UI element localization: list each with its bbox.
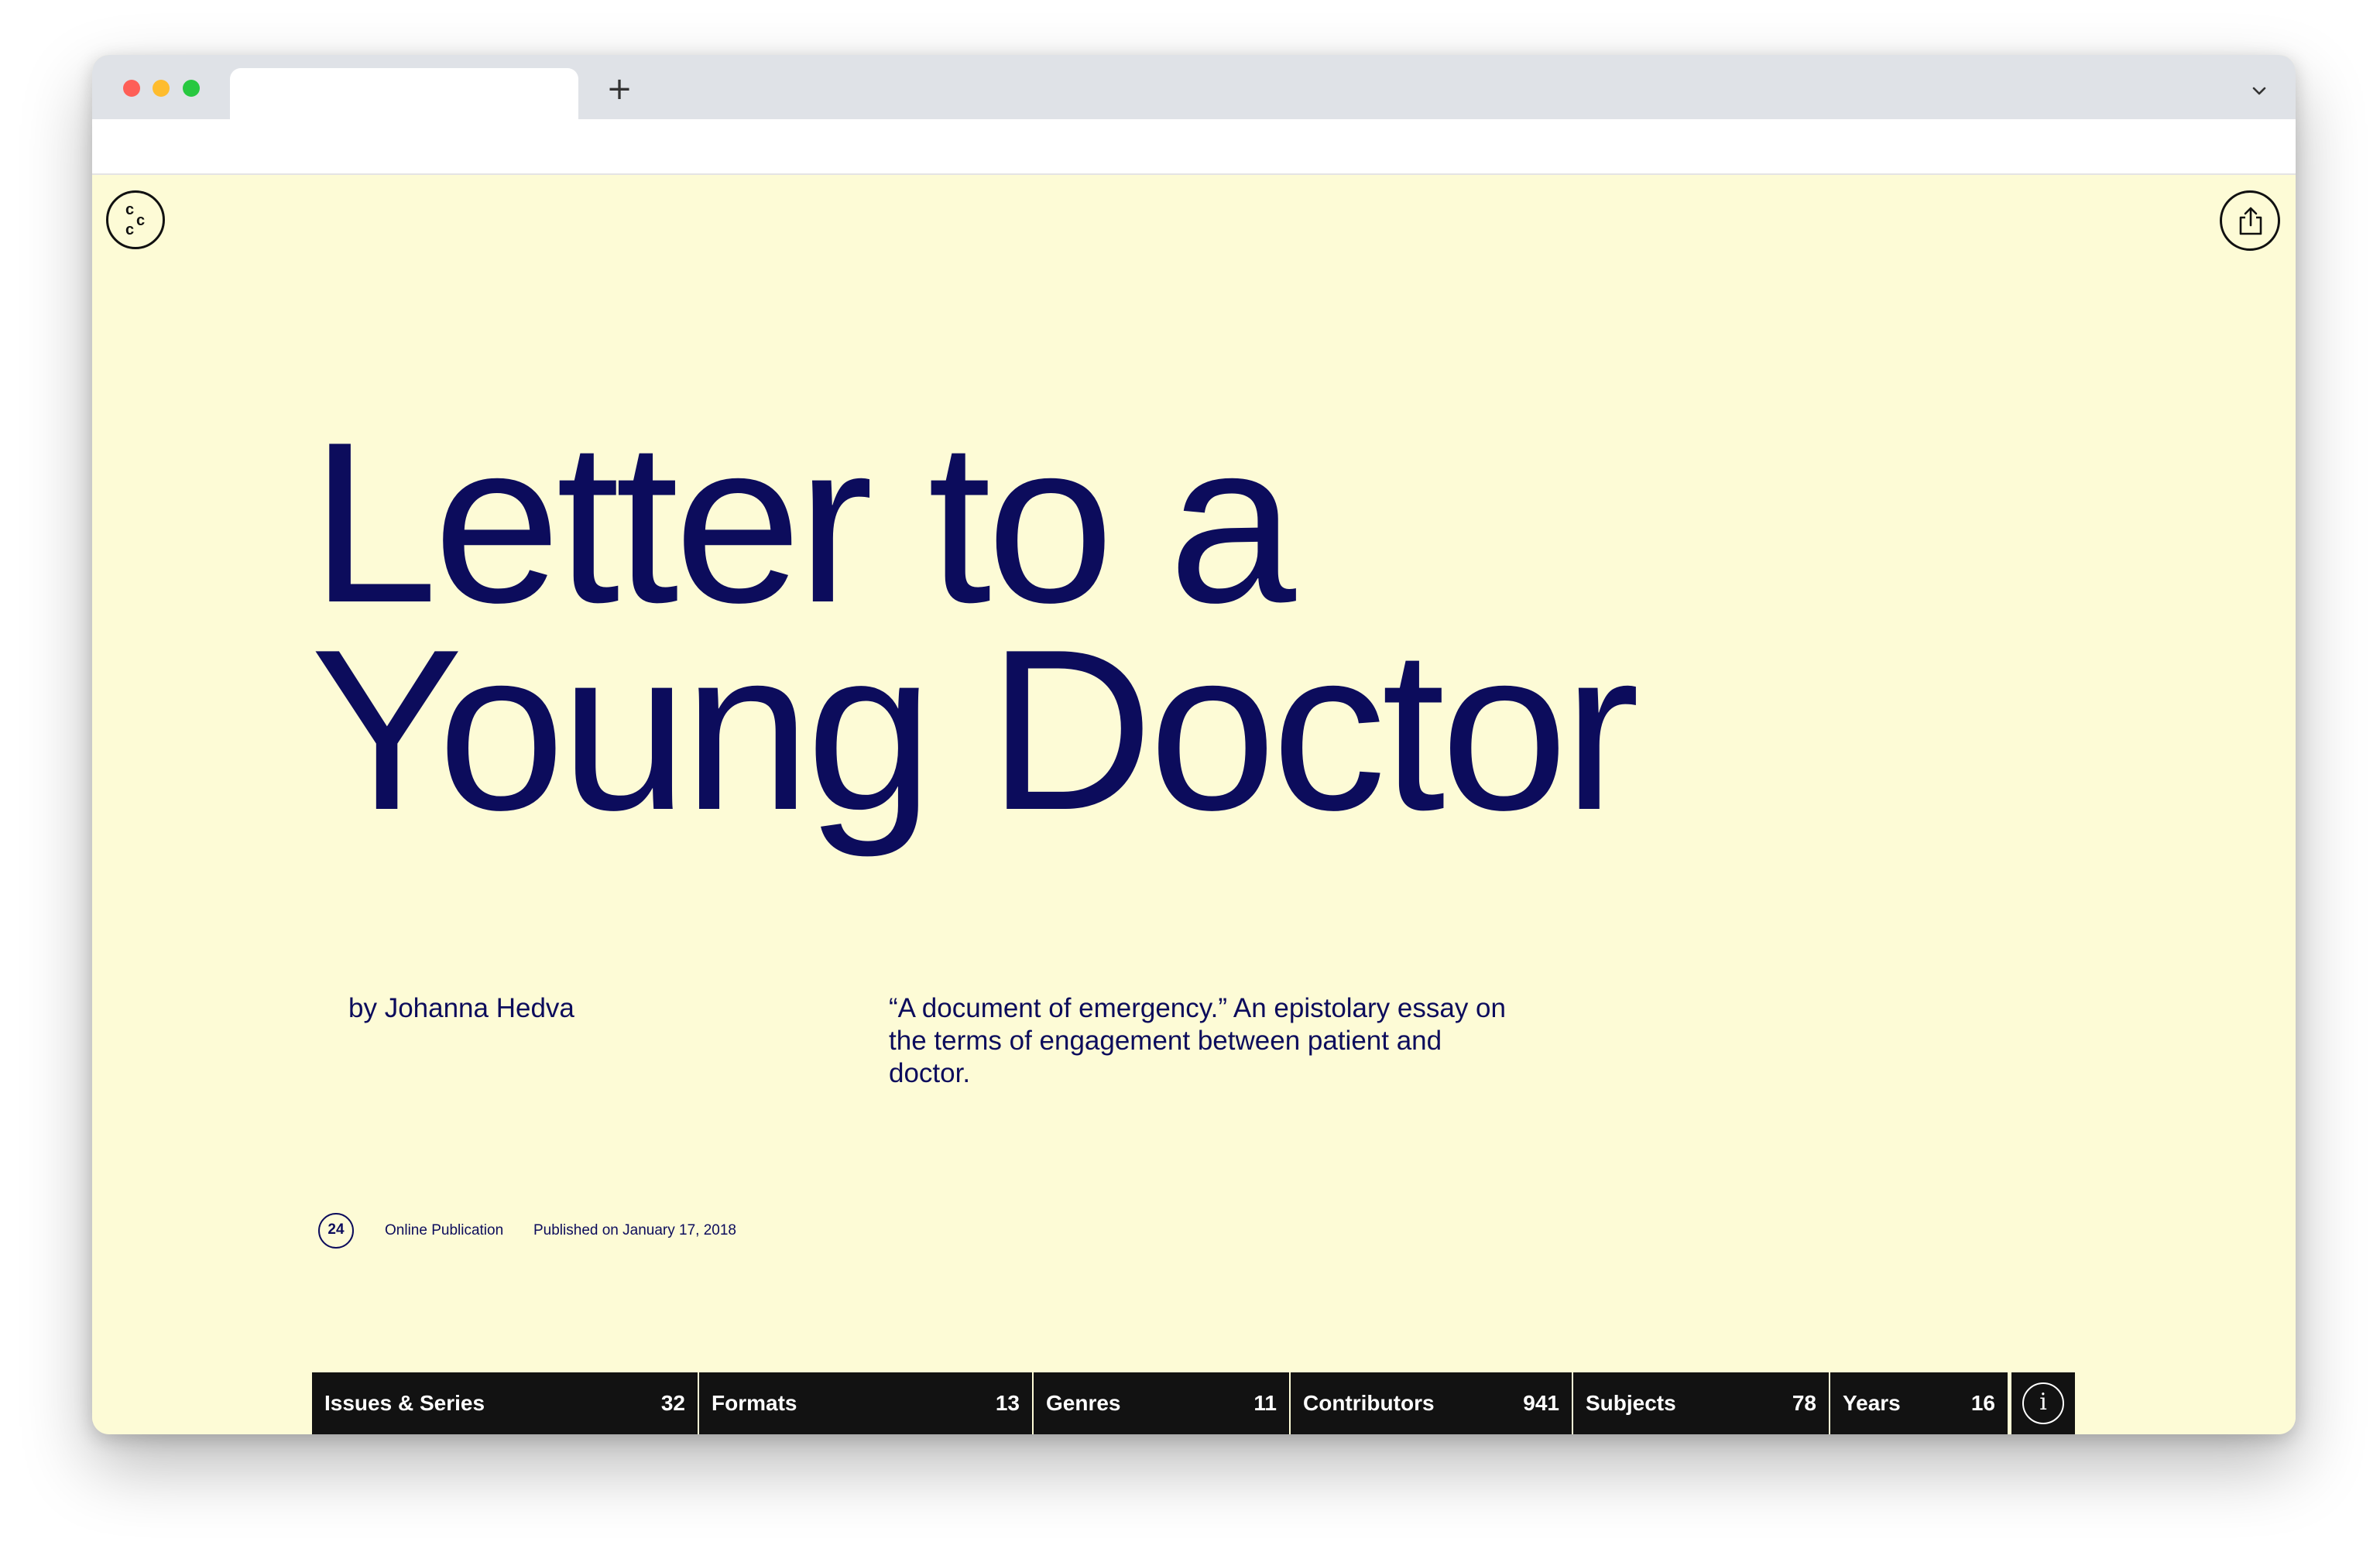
publication-date: Published on January 17, 2018 — [533, 1222, 736, 1238]
filter-bar: Issues & Series 32 Formats 13 Genres 11 … — [312, 1372, 2008, 1434]
page-content: c c c Letter to a Young Doctor by Johann… — [92, 175, 2296, 1434]
filter-count: 78 — [1792, 1391, 1816, 1415]
filter-subjects[interactable]: Subjects 78 — [1573, 1372, 1830, 1434]
filter-label: Formats — [712, 1391, 797, 1415]
browser-tab-active[interactable] — [230, 68, 578, 119]
filter-label: Subjects — [1586, 1391, 1676, 1415]
share-button[interactable] — [2220, 190, 2280, 251]
filter-count: 13 — [995, 1391, 1020, 1415]
article-title: Letter to a Young Doctor — [310, 394, 1859, 858]
filter-label: Years — [1843, 1391, 1901, 1415]
filter-count: 32 — [660, 1391, 685, 1415]
filter-count: 16 — [1970, 1391, 1995, 1415]
filter-genres[interactable]: Genres 11 — [1034, 1372, 1291, 1434]
filter-count: 941 — [1523, 1391, 1559, 1415]
publication-type: Online Publication — [385, 1222, 504, 1238]
browser-window: + c c c Letter to a Young Doctor by Joha… — [92, 55, 2296, 1434]
chevron-down-icon[interactable] — [2250, 81, 2269, 100]
filter-contributors[interactable]: Contributors 941 — [1291, 1372, 1573, 1434]
zoom-window-button[interactable] — [183, 80, 200, 97]
issue-number-badge[interactable]: 24 — [318, 1213, 354, 1249]
new-tab-button[interactable]: + — [604, 74, 635, 104]
logo-letter: c — [136, 212, 146, 229]
filter-count: 11 — [1253, 1391, 1277, 1415]
article-title-line-2: Young Doctor — [310, 601, 1640, 858]
minimize-window-button[interactable] — [153, 80, 170, 97]
filter-formats[interactable]: Formats 13 — [699, 1372, 1034, 1434]
logo-letter: c — [125, 221, 135, 238]
article-byline[interactable]: by Johanna Hedva — [348, 992, 574, 1025]
filter-issues-series[interactable]: Issues & Series 32 — [312, 1372, 699, 1434]
close-window-button[interactable] — [123, 80, 140, 97]
article-title-line-1: Letter to a — [310, 394, 1296, 650]
info-icon: i — [2022, 1382, 2064, 1424]
filter-years[interactable]: Years 16 — [1830, 1372, 2008, 1434]
share-icon — [2239, 207, 2262, 235]
browser-address-bar[interactable] — [92, 119, 2296, 175]
site-logo[interactable]: c c c — [106, 190, 165, 249]
screenshot-stage: + c c c Letter to a Young Doctor by Joha… — [0, 0, 2380, 1545]
filter-label: Issues & Series — [324, 1391, 485, 1415]
logo-letter: c — [125, 201, 135, 218]
browser-tab-bar: + — [92, 55, 2296, 119]
article-summary: “A document of emergency.” An epistolary… — [889, 993, 1506, 1088]
filter-label: Contributors — [1303, 1391, 1435, 1415]
info-button[interactable]: i — [2011, 1372, 2075, 1434]
filter-label: Genres — [1046, 1391, 1121, 1415]
